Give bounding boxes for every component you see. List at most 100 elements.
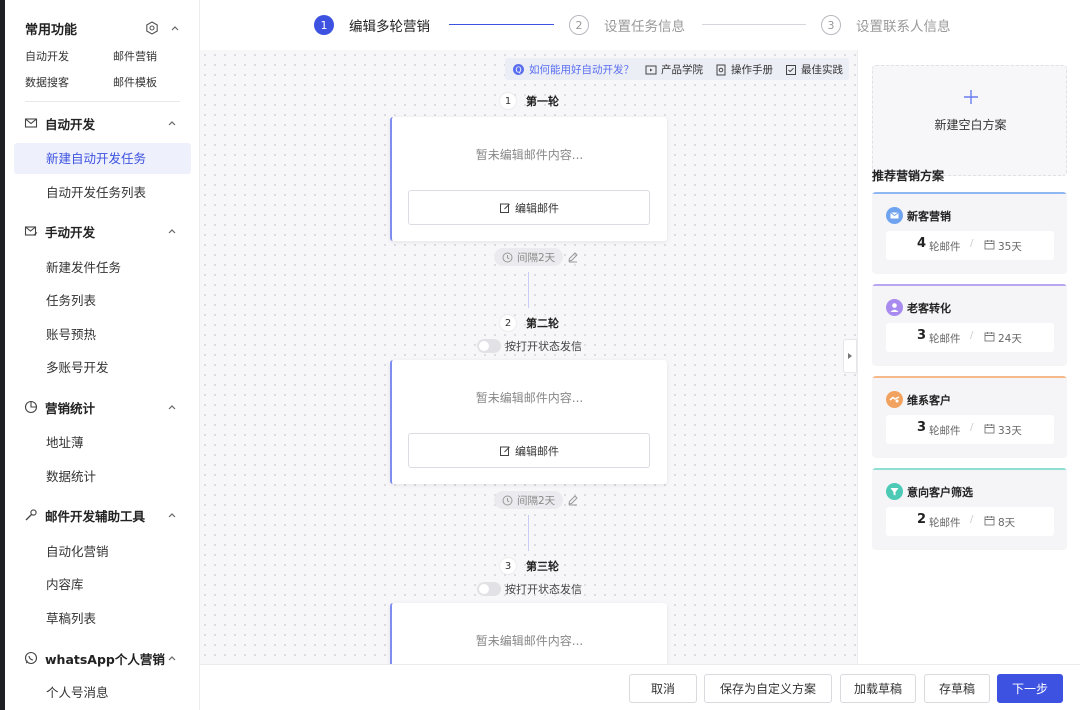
plan-name: 维系客户: [907, 394, 951, 407]
interval-badge: 间隔2天: [494, 491, 564, 509]
plan-days: 24天: [998, 333, 1022, 345]
plan-accent-bar: [872, 376, 1067, 378]
sidebar-group-label: 自动开发: [45, 116, 96, 132]
help-link-label: 最佳实践: [801, 64, 843, 76]
plan-summary: 2 轮邮件 / 8天: [886, 507, 1054, 536]
plan-summary: 3 轮邮件 / 33天: [886, 415, 1054, 444]
chevron-up-icon: [166, 117, 178, 129]
clock-icon: [502, 252, 513, 263]
plan-accent-bar: [872, 192, 1067, 194]
sidebar-item-address-book[interactable]: 地址薄: [14, 427, 191, 458]
edit-email-label: 编辑邮件: [515, 201, 559, 215]
calendar-icon: [984, 331, 995, 342]
sidebar-group-label: whatsApp个人营销: [45, 651, 165, 667]
plan-card-intent-filter[interactable]: 意向客户筛选 2 轮邮件 / 8天: [872, 468, 1067, 550]
quick-functions-header: 常用功能: [25, 18, 185, 38]
help-link-manual[interactable]: 操作手册: [715, 62, 773, 77]
play-icon: [645, 64, 657, 76]
sidebar-group-email-tools[interactable]: 邮件开发辅助工具: [24, 504, 184, 526]
round-number: 2: [500, 315, 516, 331]
sidebar-group-marketing-stats[interactable]: 营销统计: [24, 396, 184, 418]
flow-canvas[interactable]: Q 如何能用好自动开发？ 产品学院 操作手册 最佳实践 1 第一轮 暂未编辑邮件…: [200, 50, 857, 664]
plan-name: 意向客户筛选: [907, 486, 973, 499]
plan-round-count: 3: [917, 328, 927, 343]
pencil-icon[interactable]: [567, 494, 579, 506]
sidebar-item-auto-dev-task-list[interactable]: 自动开发任务列表: [14, 177, 191, 208]
plan-name: 老客转化: [907, 302, 951, 315]
plan-summary: 4 轮邮件 / 35天: [886, 231, 1054, 260]
quick-link-email-marketing[interactable]: 邮件营销: [113, 48, 157, 64]
save-draft-button[interactable]: 存草稿: [924, 674, 990, 703]
save-as-custom-plan-button[interactable]: 保存为自定义方案: [704, 674, 832, 703]
handshake-badge-icon: [886, 391, 903, 408]
round-1-email-card: 暂未编辑邮件内容... 编辑邮件: [390, 117, 667, 241]
separator: /: [970, 514, 974, 525]
plus-icon: [960, 86, 982, 108]
help-link-best-practice[interactable]: 最佳实践: [785, 62, 843, 77]
sidebar-item-content-library[interactable]: 内容库: [14, 569, 191, 600]
help-link-label: 产品学院: [661, 64, 703, 76]
manual-icon: [715, 64, 727, 76]
cancel-button[interactable]: 取消: [629, 674, 697, 703]
sidebar-group-whatsapp[interactable]: whatsApp个人营销: [24, 647, 184, 669]
sidebar-item-data-stats[interactable]: 数据统计: [14, 461, 191, 492]
plan-days: 33天: [998, 425, 1022, 437]
interval-badge: 间隔2天: [494, 248, 564, 266]
sidebar-item-account-warmup[interactable]: 账号预热: [14, 319, 191, 350]
sidebar-item-new-send-task[interactable]: 新建发件任务: [14, 252, 191, 283]
sidebar-item-task-list[interactable]: 任务列表: [14, 285, 191, 316]
round-label: 第二轮: [526, 317, 559, 330]
chevron-up-icon: [166, 509, 178, 521]
sidebar-item-new-auto-dev-task[interactable]: 新建自动开发任务: [14, 143, 191, 174]
chevron-up-icon: [166, 652, 178, 664]
open-status-toggle[interactable]: 按打开状态发信: [477, 339, 582, 353]
question-icon: Q: [512, 63, 525, 76]
chevron-up-icon[interactable]: [169, 22, 181, 34]
sidebar: 常用功能 自动开发 邮件营销 数据搜客 邮件模板 自动开发 新建自动开发任务 自…: [0, 0, 200, 710]
mail-badge-icon: [886, 207, 903, 224]
quick-link-data-search[interactable]: 数据搜客: [25, 74, 69, 90]
toggle-switch[interactable]: [477, 582, 501, 596]
sidebar-item-automation-marketing[interactable]: 自动化营销: [14, 536, 191, 567]
clock-icon: [502, 495, 513, 506]
plan-card-new-customer[interactable]: 新客营销 4 轮邮件 / 35天: [872, 192, 1067, 274]
edit-email-button[interactable]: 编辑邮件: [408, 190, 650, 225]
sidebar-group-auto-dev[interactable]: 自动开发: [24, 112, 184, 134]
step-1[interactable]: 1 编辑多轮营销: [314, 14, 430, 36]
gear-icon[interactable]: [145, 21, 159, 35]
next-step-button[interactable]: 下一步: [997, 674, 1063, 703]
sidebar-group-label: 营销统计: [45, 400, 96, 416]
sidebar-item-draft-list[interactable]: 草稿列表: [14, 603, 191, 634]
plan-card-retain-customer[interactable]: 维系客户 3 轮邮件 / 33天: [872, 376, 1067, 458]
round-label: 第一轮: [526, 95, 559, 108]
load-draft-button[interactable]: 加载草稿: [840, 674, 916, 703]
separator: /: [970, 330, 974, 341]
round-2-email-card: 暂未编辑邮件内容... 编辑邮件: [390, 360, 667, 484]
sidebar-item-personal-messages[interactable]: 个人号消息: [14, 677, 191, 708]
checklist-icon: [785, 64, 797, 76]
plan-accent-bar: [872, 284, 1067, 286]
step-label: 设置联系人信息: [856, 19, 951, 35]
sidebar-group-label: 邮件开发辅助工具: [45, 508, 146, 524]
quick-link-auto-dev[interactable]: 自动开发: [25, 48, 69, 64]
edit-email-button[interactable]: 编辑邮件: [408, 433, 650, 468]
chevron-up-icon: [166, 401, 178, 413]
help-link-product-academy[interactable]: 产品学院: [645, 62, 703, 77]
step-2[interactable]: 2 设置任务信息: [569, 14, 685, 36]
pencil-icon[interactable]: [567, 251, 579, 263]
quick-link-email-templates[interactable]: 邮件模板: [113, 74, 157, 90]
new-blank-plan-button[interactable]: 新建空白方案: [872, 65, 1067, 176]
toggle-switch[interactable]: [477, 339, 501, 353]
sidebar-group-manual-dev[interactable]: 手动开发: [24, 220, 184, 242]
plan-panel: 新建空白方案 推荐营销方案 新客营销 4 轮邮件 / 35天 老客转化 3 轮邮…: [857, 50, 1080, 664]
plan-round-count: 3: [917, 420, 927, 435]
plan-summary: 3 轮邮件 / 24天: [886, 323, 1054, 352]
round-label: 第三轮: [526, 560, 559, 573]
help-question-link[interactable]: Q 如何能用好自动开发？: [512, 62, 634, 77]
plan-card-old-customer[interactable]: 老客转化 3 轮邮件 / 24天: [872, 284, 1067, 366]
sidebar-item-multi-account-dev[interactable]: 多账号开发: [14, 352, 191, 383]
panel-collapse-handle[interactable]: [843, 339, 857, 373]
step-3[interactable]: 3 设置联系人信息: [821, 14, 951, 36]
step-indicator: 1 编辑多轮营销 2 设置任务信息 3 设置联系人信息: [200, 0, 1080, 50]
open-status-toggle[interactable]: 按打开状态发信: [477, 582, 582, 596]
